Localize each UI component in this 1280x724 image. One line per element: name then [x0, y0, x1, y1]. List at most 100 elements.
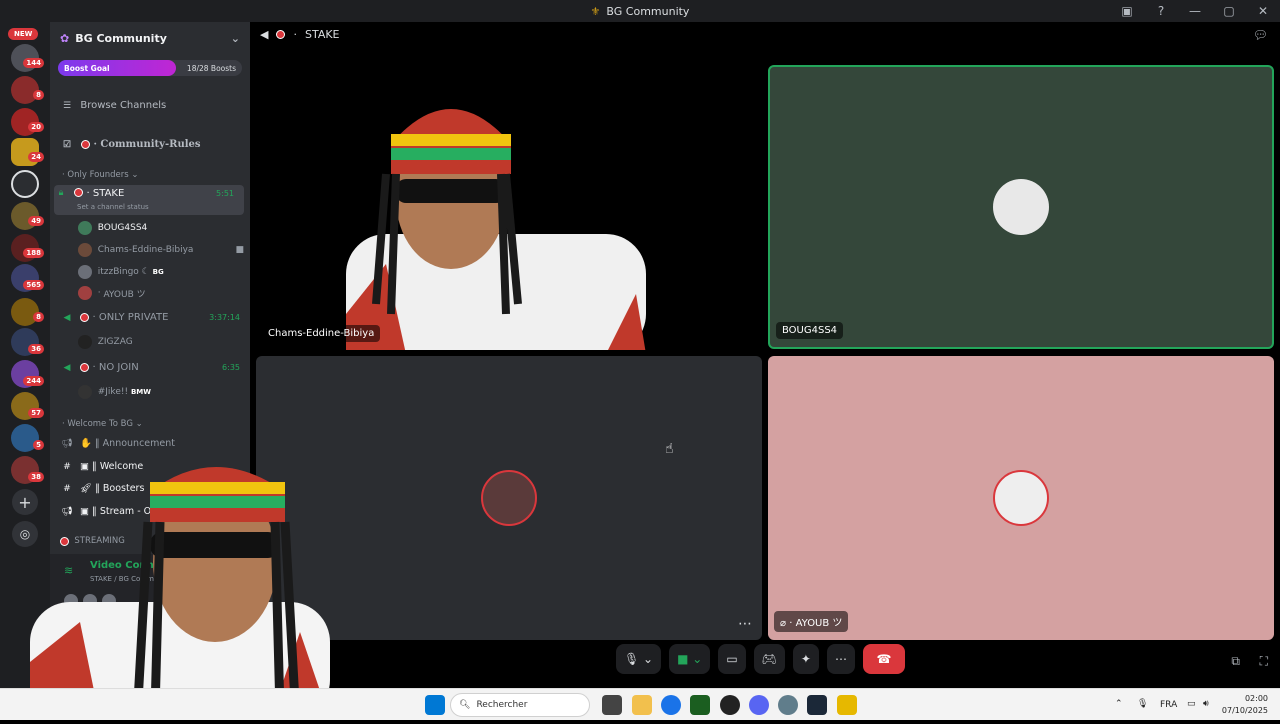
voice-member[interactable]: Chams-Eddine-Bibiya ■ — [78, 243, 278, 257]
member-name: BOUG4SS4 — [97, 223, 148, 233]
help-icon[interactable]: ? — [1144, 4, 1178, 18]
file-explorer-icon[interactable] — [632, 695, 652, 715]
hang-up-icon: ☎ — [876, 652, 892, 666]
mention-badge: 57 — [28, 408, 44, 418]
mouse-cursor-icon: ☝ — [665, 441, 674, 457]
server-icon[interactable] — [11, 170, 39, 198]
voice-member[interactable]: #Jike!! BMW — [78, 385, 278, 399]
streamer-webcam-overlay — [0, 452, 334, 720]
mention-badge: 8 — [33, 312, 44, 322]
channel-stake-active[interactable]: 🔒︎ · STAKE 5:51 Set a channel status — [54, 185, 244, 215]
close-button[interactable]: ✕ — [1246, 4, 1280, 18]
more-options-icon[interactable]: ⋯ — [738, 616, 752, 632]
inbox-icon[interactable]: ▣ — [1110, 4, 1144, 18]
member-name: Chams-Eddine-Bibiya — [97, 245, 194, 255]
fullscreen-icon[interactable]: ⛶ — [1260, 654, 1268, 669]
windows-taskbar: 🔍︎ Rechercher ⌃ 🎙︎ FRA ▭ 🔊︎ 02:00 07/10/… — [0, 688, 1280, 720]
language-indicator[interactable]: FRA — [1160, 700, 1177, 710]
network-icon[interactable]: ▭ — [1187, 699, 1196, 709]
mention-badge: 188 — [23, 248, 44, 258]
window-title: BG Community — [606, 4, 690, 18]
camera-button[interactable]: ■ ⌄ — [669, 644, 711, 674]
no-entry-icon — [80, 140, 90, 149]
megaphone-icon: 📢︎ — [61, 438, 73, 449]
mention-badge: 565 — [23, 280, 44, 290]
new-badge: NEW — [8, 28, 39, 40]
activities-button[interactable]: 🎮︎ — [753, 644, 785, 674]
member-name: ZIGZAG — [97, 337, 133, 347]
participant-avatar — [993, 179, 1049, 235]
soundboard-icon: ✦ — [800, 652, 811, 666]
video-tile-speaking[interactable]: BOUG4SS4 — [768, 65, 1274, 349]
mute-button[interactable]: 🎙︎ ⌄ — [616, 644, 662, 674]
avatar — [78, 265, 92, 279]
screen-share-icon: ▭ — [726, 652, 738, 666]
search-placeholder: Rechercher — [476, 700, 528, 710]
minimize-button[interactable]: — — [1178, 4, 1212, 18]
voice-member[interactable]: ZIGZAG — [78, 335, 278, 349]
category-only-founders[interactable]: · Only Founders ⌄ — [62, 170, 262, 180]
pop-out-icon[interactable]: ⧉ — [1231, 654, 1240, 669]
discord-icon[interactable] — [749, 695, 769, 715]
app-icon[interactable] — [720, 695, 740, 715]
channel-label: ONLY PRIVATE — [98, 312, 169, 323]
microphone-icon[interactable]: 🎙︎ — [1137, 699, 1148, 709]
chevron-up-icon[interactable]: ⌃ — [1115, 699, 1123, 709]
call-header: ◀ · STAKE — [260, 28, 340, 41]
browse-channels[interactable]: ☰ Browse Channels — [60, 100, 260, 111]
rockstar-icon[interactable] — [837, 695, 857, 715]
guild-header[interactable]: ✿ BG Community ⌄ — [50, 22, 250, 54]
voice-member[interactable]: BOUG4SS4 — [78, 221, 278, 235]
camera-icon: ■ — [677, 652, 689, 666]
disconnect-button[interactable]: ☎ — [862, 644, 905, 674]
system-clock[interactable]: 02:00 07/10/2025 — [1222, 693, 1268, 717]
channel-status[interactable]: Set a channel status — [77, 203, 149, 211]
channel-label: Community-Rules — [100, 139, 201, 150]
channel-community-rules[interactable]: ☑ · Community-Rules — [60, 139, 260, 150]
screen-share-button[interactable]: ▭ — [718, 644, 746, 674]
video-tile[interactable]: ⌀ · AYOUB ツ — [768, 356, 1274, 640]
settings-icon[interactable] — [778, 695, 798, 715]
task-view-icon[interactable] — [602, 695, 622, 715]
steam-icon[interactable] — [807, 695, 827, 715]
title-bar: ⚜ BG Community ▣ ? — ▢ ✕ — [0, 0, 1280, 22]
volume-icon[interactable]: 🔊︎ — [1203, 699, 1209, 709]
chevron-down-icon: ⌄ — [230, 31, 240, 45]
start-button[interactable] — [425, 695, 445, 715]
taskbar-search[interactable]: 🔍︎ Rechercher — [450, 693, 590, 717]
video-tile[interactable]: Chams-Eddine-Bibiya — [256, 64, 758, 350]
category-welcome[interactable]: · Welcome To BG ⌄ — [62, 419, 262, 429]
chat-icon[interactable]: 💬︎ — [1253, 28, 1268, 42]
gamepad-icon: 🎮︎ — [761, 652, 777, 666]
checkbox-icon: ☑ — [62, 139, 72, 150]
channel-only-private[interactable]: ◀ · ONLY PRIVATE 3:37:14 — [60, 312, 250, 323]
webcam-overlay-image — [30, 467, 330, 720]
voice-member[interactable]: · AYOUB ツ⌀ — [78, 286, 278, 300]
call-view: ◀ · STAKE 💬︎ Chams-Eddine-Bibiya BOUG4SS… — [250, 22, 1280, 688]
voice-member[interactable]: itzzBingo ☾ BG — [78, 265, 278, 279]
voice-timer: 5:51 — [216, 189, 234, 198]
call-controls: 🎙︎ ⌄ ■ ⌄ ▭ 🎮︎ ✦ ⋯ ☎ — [616, 642, 905, 676]
guild-name: BG Community — [75, 31, 167, 45]
channel-announcement[interactable]: 📢︎ ✋ ‖ Announcement — [60, 438, 260, 449]
no-entry-icon — [80, 363, 90, 372]
speaker-icon: ◀ — [63, 362, 71, 373]
app-icon[interactable] — [690, 695, 710, 715]
no-entry-icon — [276, 30, 286, 39]
chrome-icon[interactable] — [661, 695, 681, 715]
channel-no-join[interactable]: ◀ · NO JOIN 6:35 — [60, 362, 250, 373]
boost-goal-bar[interactable]: Boost Goal 18/28 Boosts — [58, 60, 242, 76]
maximize-button[interactable]: ▢ — [1212, 4, 1246, 18]
avatar — [78, 286, 92, 300]
speaker-icon: ◀ — [63, 312, 71, 323]
mention-badge: 8 — [33, 90, 44, 100]
call-channel-name: STAKE — [304, 28, 340, 41]
more-button[interactable]: ⋯ — [826, 644, 855, 674]
member-name: #Jike!! — [97, 387, 129, 397]
mention-badge: 5 — [33, 440, 44, 450]
avatar — [78, 335, 92, 349]
category-label: Welcome To BG — [67, 419, 133, 429]
soundboard-button[interactable]: ✦ — [792, 644, 819, 674]
no-entry-icon — [74, 188, 84, 197]
channel-label: Announcement — [102, 438, 175, 449]
